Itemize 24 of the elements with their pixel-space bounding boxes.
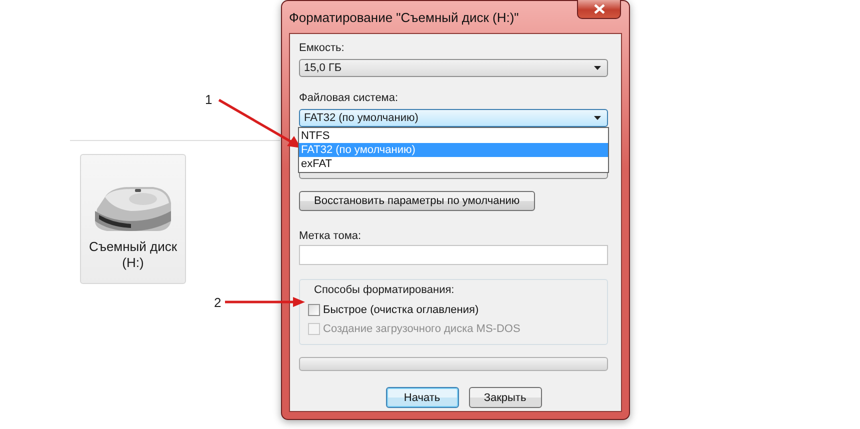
capacity-dropdown[interactable]: 15,0 ГБ [299,59,608,77]
drive-label: Съемный диск (H:) [88,239,178,271]
dialog-button[interactable]: Начать [386,387,458,408]
file-system-label: Файловая система: [299,91,400,105]
close-button[interactable] [577,0,621,19]
volume-label-field[interactable] [299,245,608,265]
capacity-label: Емкость: [299,41,346,55]
group-title: Способы форматирования: [314,283,456,297]
dropdown-option[interactable]: exFAT [299,157,608,171]
file-system-dropdown[interactable]: FAT32 (по умолчанию) [299,109,608,127]
checkbox-label: Быстрое (очистка оглавления) [323,304,479,316]
dialog-button[interactable]: Закрыть [468,387,542,408]
dropdown-option[interactable]: NTFS [299,129,608,143]
restore-defaults-button[interactable]: Восстановить параметры по умолчанию [299,191,535,211]
window-title: Форматирование "Съемный диск (H:)" [289,10,519,24]
caret-icon [594,116,601,120]
drive-tile[interactable]: Съемный диск (H:) [80,154,186,284]
annotation-number: 2 [214,295,222,310]
close-icon [594,4,604,14]
volume-label-label: Метка тома: [299,229,362,243]
annotation-number: 1 [205,92,212,107]
caret-icon [594,66,601,70]
checkbox-label: Создание загрузочного диска MS-DOS [323,322,520,334]
checkbox[interactable] [308,304,320,316]
